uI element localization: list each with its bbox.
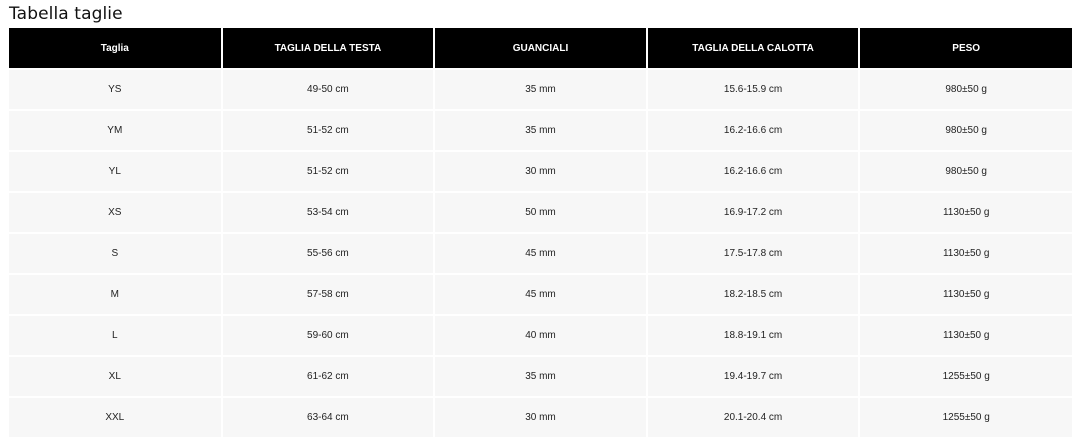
- cell-weight: 1130±50 g: [858, 314, 1072, 356]
- cell-weight: 1255±50 g: [858, 396, 1072, 437]
- cell-head-size: 61-62 cm: [220, 355, 435, 397]
- table-row: M 57-58 cm 45 mm 18.2-18.5 cm 1130±50 g: [9, 273, 1072, 315]
- size-chart-table: Taglia TAGLIA DELLA TESTA GUANCIALI TAGL…: [9, 28, 1072, 437]
- cell-cheek-pads: 45 mm: [433, 273, 647, 315]
- cell-weight: 1130±50 g: [858, 232, 1072, 274]
- cell-size: YS: [9, 68, 222, 110]
- cell-size: S: [9, 232, 222, 274]
- cell-size: XL: [9, 355, 222, 397]
- table-row: XL 61-62 cm 35 mm 19.4-19.7 cm 1255±50 g: [9, 355, 1072, 397]
- cell-size: M: [9, 273, 222, 315]
- cell-size: YM: [9, 109, 222, 151]
- table-header-row: Taglia TAGLIA DELLA TESTA GUANCIALI TAGL…: [9, 28, 1072, 69]
- cell-cheek-pads: 50 mm: [433, 191, 647, 233]
- cell-cheek-pads: 35 mm: [433, 109, 647, 151]
- cell-cheek-pads: 35 mm: [433, 68, 647, 110]
- cell-shell-size: 19.4-19.7 cm: [645, 355, 860, 397]
- table-row: XXL 63-64 cm 30 mm 20.1-20.4 cm 1255±50 …: [9, 396, 1072, 437]
- cell-head-size: 49-50 cm: [220, 68, 435, 110]
- cell-weight: 980±50 g: [858, 68, 1072, 110]
- cell-size: XXL: [9, 396, 222, 437]
- cell-head-size: 53-54 cm: [220, 191, 435, 233]
- column-header-weight: PESO: [858, 28, 1072, 69]
- table-row: YM 51-52 cm 35 mm 16.2-16.6 cm 980±50 g: [9, 109, 1072, 151]
- table-body: YS 49-50 cm 35 mm 15.6-15.9 cm 980±50 g …: [9, 68, 1072, 437]
- cell-weight: 1130±50 g: [858, 273, 1072, 315]
- cell-weight: 1130±50 g: [858, 191, 1072, 233]
- cell-cheek-pads: 30 mm: [433, 150, 647, 192]
- cell-cheek-pads: 30 mm: [433, 396, 647, 437]
- cell-cheek-pads: 35 mm: [433, 355, 647, 397]
- column-header-cheek-pads: GUANCIALI: [433, 28, 647, 69]
- column-header-size: Taglia: [9, 28, 222, 69]
- cell-shell-size: 16.2-16.6 cm: [645, 109, 860, 151]
- cell-shell-size: 17.5-17.8 cm: [645, 232, 860, 274]
- cell-head-size: 55-56 cm: [220, 232, 435, 274]
- cell-head-size: 51-52 cm: [220, 150, 435, 192]
- cell-head-size: 63-64 cm: [220, 396, 435, 437]
- cell-shell-size: 16.9-17.2 cm: [645, 191, 860, 233]
- table-row: YL 51-52 cm 30 mm 16.2-16.6 cm 980±50 g: [9, 150, 1072, 192]
- cell-shell-size: 18.2-18.5 cm: [645, 273, 860, 315]
- cell-shell-size: 18.8-19.1 cm: [645, 314, 860, 356]
- table-row: XS 53-54 cm 50 mm 16.9-17.2 cm 1130±50 g: [9, 191, 1072, 233]
- cell-weight: 980±50 g: [858, 150, 1072, 192]
- cell-head-size: 51-52 cm: [220, 109, 435, 151]
- table-row: YS 49-50 cm 35 mm 15.6-15.9 cm 980±50 g: [9, 68, 1072, 110]
- column-header-head-size: TAGLIA DELLA TESTA: [220, 28, 435, 69]
- cell-shell-size: 15.6-15.9 cm: [645, 68, 860, 110]
- cell-size: XS: [9, 191, 222, 233]
- table-row: S 55-56 cm 45 mm 17.5-17.8 cm 1130±50 g: [9, 232, 1072, 274]
- cell-shell-size: 20.1-20.4 cm: [645, 396, 860, 437]
- cell-size: YL: [9, 150, 222, 192]
- column-header-shell-size: TAGLIA DELLA CALOTTA: [645, 28, 860, 69]
- cell-cheek-pads: 45 mm: [433, 232, 647, 274]
- table-row: L 59-60 cm 40 mm 18.8-19.1 cm 1130±50 g: [9, 314, 1072, 356]
- cell-weight: 980±50 g: [858, 109, 1072, 151]
- cell-head-size: 57-58 cm: [220, 273, 435, 315]
- cell-cheek-pads: 40 mm: [433, 314, 647, 356]
- page-title: Tabella taglie: [9, 4, 123, 24]
- cell-size: L: [9, 314, 222, 356]
- cell-head-size: 59-60 cm: [220, 314, 435, 356]
- cell-weight: 1255±50 g: [858, 355, 1072, 397]
- cell-shell-size: 16.2-16.6 cm: [645, 150, 860, 192]
